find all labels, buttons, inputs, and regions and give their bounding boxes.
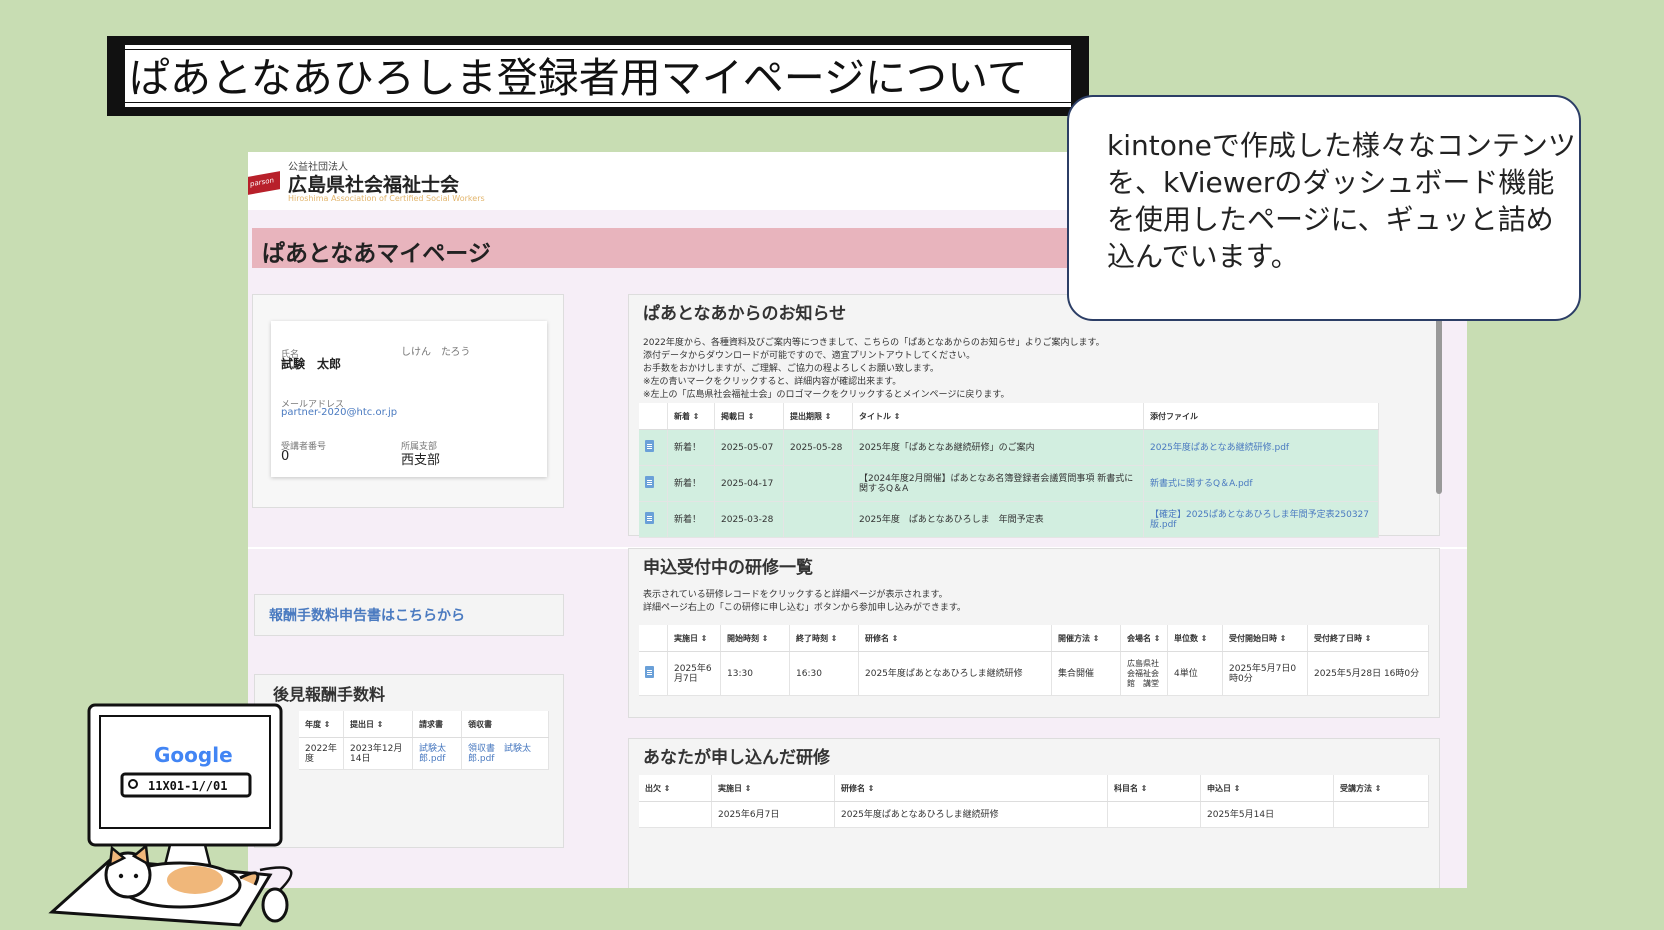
document-icon[interactable] xyxy=(645,666,654,678)
column-header[interactable]: 開催方法 ⇕ xyxy=(1051,625,1121,652)
column-header[interactable]: 掲載日 ⇕ xyxy=(714,403,784,430)
document-icon[interactable] xyxy=(645,512,654,524)
column-header[interactable]: 会場名 ⇕ xyxy=(1120,625,1168,652)
mouse-icon xyxy=(261,887,289,923)
column-header[interactable]: 研修名 ⇕ xyxy=(858,625,1052,652)
document-icon[interactable] xyxy=(645,476,654,488)
attachment-link[interactable]: 【確定】2025ぱあとなあひろしま年間予定表250327版.pdf xyxy=(1143,501,1379,538)
column-header[interactable]: 開始時刻 ⇕ xyxy=(720,625,790,652)
illustration-logo: Google xyxy=(154,743,233,767)
table-row[interactable]: 2022年度 2023年12月14日 試験太郎.pdf 領収書 試験太郎.pdf xyxy=(299,737,549,770)
column-header: 請求書 xyxy=(412,711,462,738)
table-row[interactable]: 新着！ 2025-05-07 2025-05-28 2025年度「ぱあとなあ継続… xyxy=(639,429,1379,466)
training-description: 表示されている研修レコードをクリックすると詳細ページが表示されます。 詳細ページ… xyxy=(643,590,966,613)
column-header[interactable]: 単位数 ⇕ xyxy=(1167,625,1223,652)
notice-scrollbar[interactable] xyxy=(1436,304,1442,494)
training-card: 申込受付中の研修一覧 表示されている研修レコードをクリックすると詳細ページが表示… xyxy=(628,548,1440,718)
attachment-link[interactable]: 新書式に関するQ＆A.pdf xyxy=(1143,465,1379,502)
profile-card: 氏名 試験 太郎 しけん たろう メールアドレス partner-2020@ht… xyxy=(252,294,564,508)
column-header[interactable]: 新着 ⇕ xyxy=(667,403,715,430)
logo-mark[interactable]: parson xyxy=(248,171,280,195)
page-title: ぱあとなあマイページ xyxy=(262,241,491,267)
notice-heading: ぱあとなあからのお知らせ xyxy=(643,304,847,324)
branch-value: 西支部 xyxy=(401,453,441,468)
column-header[interactable]: 提出日 ⇕ xyxy=(343,711,413,738)
document-icon[interactable] xyxy=(645,440,654,452)
table-row[interactable]: 2025年6月7日 2025年度ぱあとなあひろしま継続研修 2025年5月14日 xyxy=(639,801,1429,828)
column-header[interactable]: 実施日 ⇕ xyxy=(667,625,721,652)
applied-heading: あなたが申し込んだ研修 xyxy=(643,748,830,768)
illustration-search-text: 11X01-1//01 xyxy=(148,779,227,793)
attachment-link[interactable]: 2025年度ぱあとなあ継続研修.pdf xyxy=(1143,429,1379,466)
column-header[interactable]: 提出期限 ⇕ xyxy=(783,403,853,430)
column-header: 領収書 xyxy=(461,711,549,738)
logo-main-text[interactable]: 広島県社会福祉士会 xyxy=(288,170,459,197)
column-header[interactable]: 科目名 ⇕ xyxy=(1107,775,1201,802)
student-no-value: 0 xyxy=(281,449,290,464)
table-row[interactable]: 2025年6月7日 13:30 16:30 2025年度ぱあとなあひろしま継続研… xyxy=(639,651,1429,696)
speech-bubble: kintoneで作成した様々なコンテンツを、kViewerのダッシュボード機能を… xyxy=(1067,95,1581,321)
table-row[interactable]: 新着！ 2025-04-17 【2024年度2月開催】ぱあとなあ名簿登録者会議質… xyxy=(639,465,1379,502)
guardian-fee-table: 年度 ⇕ 提出日 ⇕ 請求書 領収書 2022年度 2023年12月14日 試験… xyxy=(299,711,549,770)
column-header[interactable]: 申込日 ⇕ xyxy=(1200,775,1334,802)
column-header[interactable]: 受講方法 ⇕ xyxy=(1333,775,1429,802)
invoice-file-link[interactable]: 試験太郎.pdf xyxy=(412,737,462,770)
cell-submitted: 2023年12月14日 xyxy=(343,737,413,770)
column-header[interactable]: 受付終了日時 ⇕ xyxy=(1307,625,1429,652)
fee-report-link-card[interactable]: 報酬手数料申告書はこちらから xyxy=(254,594,564,636)
training-table: 実施日 ⇕ 開始時刻 ⇕ 終了時刻 ⇕ 研修名 ⇕ 開催方法 ⇕ 会場名 ⇕ 単… xyxy=(639,625,1429,696)
fee-report-link[interactable]: 報酬手数料申告書はこちらから xyxy=(269,605,465,625)
applied-training-card: あなたが申し込んだ研修 出欠 ⇕ 実施日 ⇕ 研修名 ⇕ 科目名 ⇕ 申込日 ⇕… xyxy=(628,738,1440,888)
notice-card: ぱあとなあからのお知らせ 2022年度から、各種資料及びご案内等につきまして、こ… xyxy=(628,294,1440,538)
training-heading: 申込受付中の研修一覧 xyxy=(643,558,813,578)
slide-title: ぱあとなあひろしま登録者用マイページについて xyxy=(129,54,1028,102)
column-header[interactable]: タイトル ⇕ xyxy=(852,403,1144,430)
column-header[interactable]: 出欠 ⇕ xyxy=(639,775,712,802)
column-header[interactable]: 受付開始日時 ⇕ xyxy=(1222,625,1308,652)
column-header[interactable]: 研修名 ⇕ xyxy=(834,775,1108,802)
column-header: 添付ファイル xyxy=(1143,403,1379,430)
computer-cat-illustration: Google 11X01-1//01 xyxy=(48,703,293,927)
logo-english-text: Hiroshima Association of Certified Socia… xyxy=(288,194,485,203)
table-row[interactable]: 新着！ 2025-03-28 2025年度 ぱあとなあひろしま 年間予定表 【確… xyxy=(639,501,1379,538)
notice-table: 新着 ⇕ 掲載日 ⇕ 提出期限 ⇕ タイトル ⇕ 添付ファイル 新着！ 2025… xyxy=(639,403,1379,538)
notice-description: 2022年度から、各種資料及びご案内等につきまして、こちらの「ぱあとなあからのお… xyxy=(643,338,1105,400)
name-value: 試験 太郎 xyxy=(281,357,342,371)
email-value[interactable]: partner-2020@htc.or.jp xyxy=(281,407,397,418)
kana-value: しけん たろう xyxy=(401,347,471,358)
slide-title-frame: ぱあとなあひろしま登録者用マイページについて xyxy=(107,36,1089,116)
bubble-text: kintoneで作成した様々なコンテンツを、kViewerのダッシュボード機能を… xyxy=(1107,129,1576,273)
column-header[interactable]: 終了時刻 ⇕ xyxy=(789,625,859,652)
column-header[interactable]: 実施日 ⇕ xyxy=(711,775,835,802)
receipt-file-link[interactable]: 領収書 試験太郎.pdf xyxy=(461,737,549,770)
applied-table: 出欠 ⇕ 実施日 ⇕ 研修名 ⇕ 科目名 ⇕ 申込日 ⇕ 受講方法 ⇕ 2025… xyxy=(639,775,1429,828)
